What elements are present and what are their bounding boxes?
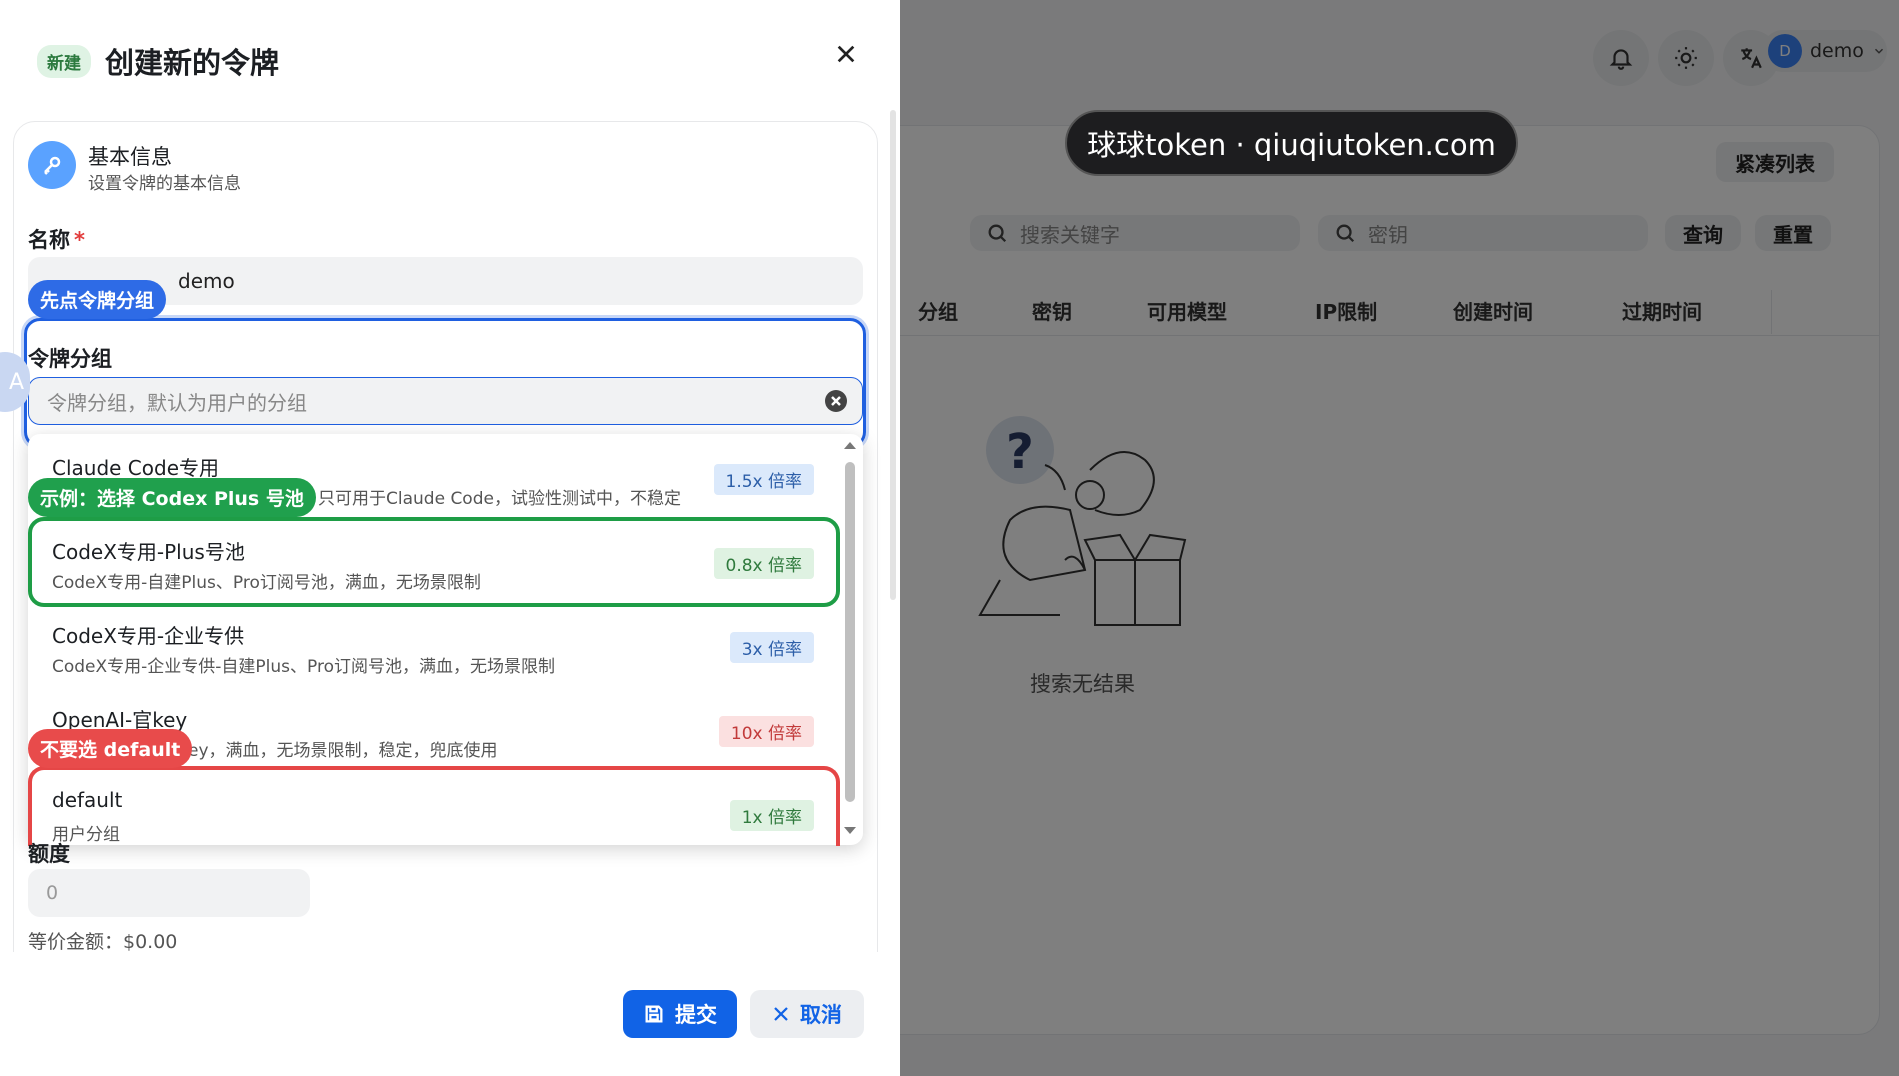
sheet-scrollbar[interactable] (890, 110, 896, 600)
option-desc: CodeX专用-企业专供-自建Plus、Pro订阅号池，满血，无场景限制 (52, 657, 556, 677)
warning-annotation: 不要选 default (28, 729, 193, 768)
new-tag: 新建 (37, 44, 91, 78)
scroll-up-icon[interactable] (843, 440, 857, 450)
cancel-button[interactable]: 取消 (750, 990, 864, 1038)
rate-badge: 10x 倍率 (718, 716, 814, 747)
rate-badge: 3x 倍率 (729, 632, 814, 663)
submit-label: 提交 (675, 1003, 717, 1027)
equivalent-amount: 等价金额：$0.00 (28, 931, 178, 953)
create-token-sheet: 新建 创建新的令牌 基本信息 设置令牌的基本信息 名称 * demo 令牌分组 令… (0, 0, 900, 1076)
group-label: 令牌分组 (28, 347, 112, 371)
watermark-banner: 球球token · qiuqiutoken.com (1065, 110, 1518, 176)
example-annotation: 示例：选择 Codex Plus 号池 (28, 478, 316, 517)
dropdown-scroll-thumb[interactable] (845, 462, 855, 802)
option-title: CodeX专用-企业专供 (52, 624, 245, 648)
quota-placeholder: 0 (46, 882, 59, 904)
save-icon (645, 1005, 663, 1023)
option-desc: 只可用于Claude Code，试验性测试中，不稳定 (318, 489, 681, 509)
clear-icon[interactable] (824, 389, 848, 413)
key-icon (28, 141, 76, 189)
option-codex-enterprise[interactable]: CodeX专用-企业专供 CodeX专用-企业专供-自建Plus、Pro订阅号池… (28, 602, 838, 686)
name-value: demo (178, 269, 235, 293)
rate-badge: 1.5x 倍率 (713, 464, 814, 495)
close-button[interactable] (830, 38, 862, 70)
quota-label: 额度 (28, 842, 70, 866)
scroll-down-icon[interactable] (843, 826, 857, 836)
required-mark: * (74, 228, 85, 252)
option-desc: ey，满血，无场景限制，稳定，兜底使用 (188, 741, 498, 761)
group-placeholder: 令牌分组，默认为用户的分组 (47, 390, 307, 415)
name-label: 名称 * (28, 224, 85, 254)
group-select-input[interactable]: 令牌分组，默认为用户的分组 (28, 377, 863, 425)
submit-button[interactable]: 提交 (623, 990, 737, 1038)
recommended-highlight (28, 517, 840, 607)
name-label-text: 名称 (28, 228, 70, 252)
sheet-header: 新建 创建新的令牌 (37, 40, 279, 82)
close-icon (837, 45, 855, 63)
cancel-label: 取消 (800, 1003, 842, 1027)
warning-highlight (28, 766, 840, 846)
section-title: 基本信息 (88, 145, 172, 169)
sheet-title: 创建新的令牌 (105, 46, 280, 80)
close-icon (774, 1007, 788, 1021)
quota-input[interactable]: 0 (28, 869, 310, 917)
option-title: Claude Code专用 (52, 456, 220, 480)
section-subtitle: 设置令牌的基本信息 (88, 174, 241, 194)
step-annotation: 先点令牌分组 (28, 280, 167, 319)
